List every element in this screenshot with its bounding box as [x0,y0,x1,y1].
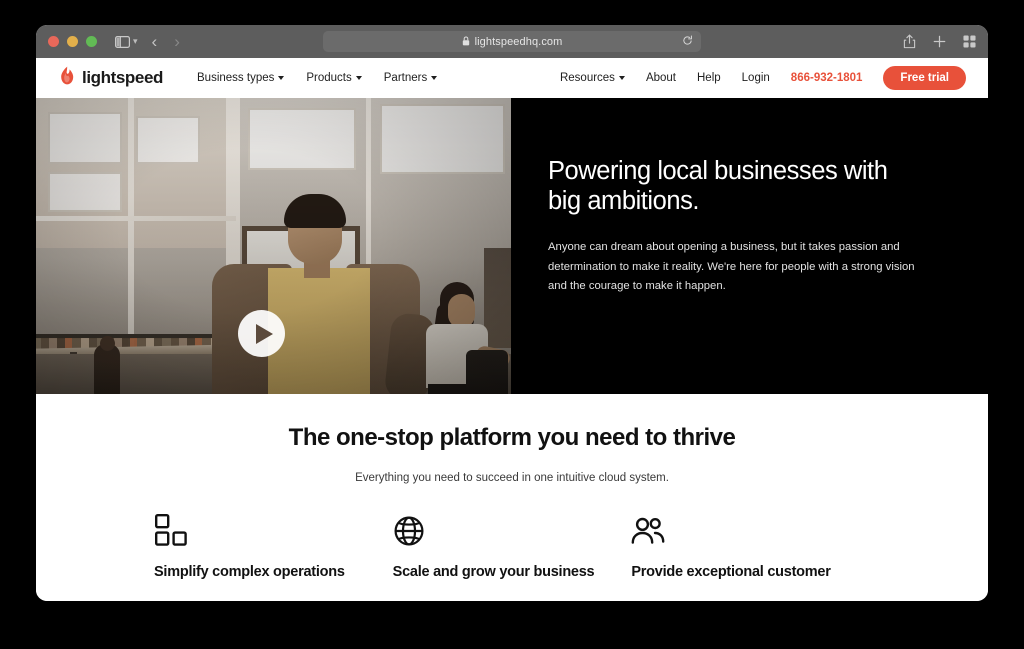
url-bar-content: lightspeedhq.com [462,33,563,51]
people-icon [631,513,862,547]
feature-item-scale[interactable]: Scale and grow your business [393,513,632,581]
site-navigation-bar: lightspeed Business types Products Partn… [36,58,988,98]
chevron-down-icon [618,76,625,80]
sidebar-chevron-down-icon[interactable]: ▾ [133,36,138,47]
features-title: The one-stop platform you need to thrive [288,424,736,451]
desktop-background: ▾ ‹ › lightspeedhq.com lightspeed Busine… [0,0,1024,649]
phone-link[interactable]: 866-932-1801 [791,72,863,84]
back-icon[interactable]: ‹ [152,33,158,50]
feature-item-customer[interactable]: Provide exceptional customer [631,513,870,581]
nav-item-partners[interactable]: Partners [383,72,438,84]
chevron-down-icon [278,76,285,80]
chevron-down-icon [431,76,438,80]
new-tab-icon[interactable] [933,35,946,48]
feature-item-operations[interactable]: Simplify complex operations [154,513,393,581]
free-trial-button[interactable]: Free trial [883,66,966,90]
hero-description: Anyone can dream about opening a busines… [548,241,915,292]
lightspeed-logo[interactable]: lightspeed [58,66,163,91]
features-grid: Simplify complex operations Scale and gr… [36,513,988,581]
hero-title: Powering local businesses with big ambit… [548,157,888,216]
nav-label: Business types [197,72,275,84]
play-icon [255,323,273,344]
nav-item-resources[interactable]: Resources [560,72,625,84]
sidebar-toggle-icon[interactable] [115,35,130,48]
play-button[interactable] [238,310,285,357]
browser-toolbar: ▾ ‹ › lightspeedhq.com [36,25,988,58]
nav-label: Partners [383,72,428,84]
globe-icon [393,513,624,547]
nav-item-products[interactable]: Products [306,72,362,84]
feature-label: Scale and grow your business [392,564,595,580]
url-bar[interactable]: lightspeedhq.com [323,31,701,52]
hero-copy: Powering local businesses with big ambit… [511,98,988,394]
chevron-down-icon [355,76,362,80]
brand-wordmark: lightspeed [82,68,164,87]
nav-item-help[interactable]: Help [697,72,721,84]
features-section: The one-stop platform you need to thrive… [36,394,988,601]
close-window-button[interactable] [48,36,59,47]
maximize-window-button[interactable] [86,36,97,47]
flame-icon [58,66,76,91]
primary-nav: Business types Products Partners [197,72,438,84]
reload-icon[interactable] [682,33,693,51]
nav-label: Products [306,72,352,84]
minimize-window-button[interactable] [67,36,78,47]
url-text: lightspeedhq.com [474,35,563,48]
browser-window: ▾ ‹ › lightspeedhq.com lightspeed Busine… [36,25,988,601]
toolbar-actions [903,34,976,49]
forward-icon: › [174,32,180,51]
hero-section: Powering local businesses with big ambit… [36,98,988,394]
features-subtitle: Everything you need to succeed in one in… [355,472,669,484]
nav-item-login[interactable]: Login [742,72,770,84]
navigation-arrows: ‹ › [152,33,180,50]
feature-label: Simplify complex operations [154,564,345,580]
window-controls [48,36,97,47]
nav-label: Resources [559,72,615,84]
tab-overview-icon[interactable] [963,35,976,48]
nav-item-about[interactable]: About [646,72,676,84]
blocks-icon [154,513,385,547]
secondary-nav: Resources About Help Login 866-932-1801 … [560,66,966,90]
feature-label: Provide exceptional customer [631,564,831,580]
lock-icon [462,33,470,51]
hero-video-thumbnail[interactable] [36,98,511,394]
nav-item-business-types[interactable]: Business types [197,72,285,84]
share-icon[interactable] [903,34,916,49]
